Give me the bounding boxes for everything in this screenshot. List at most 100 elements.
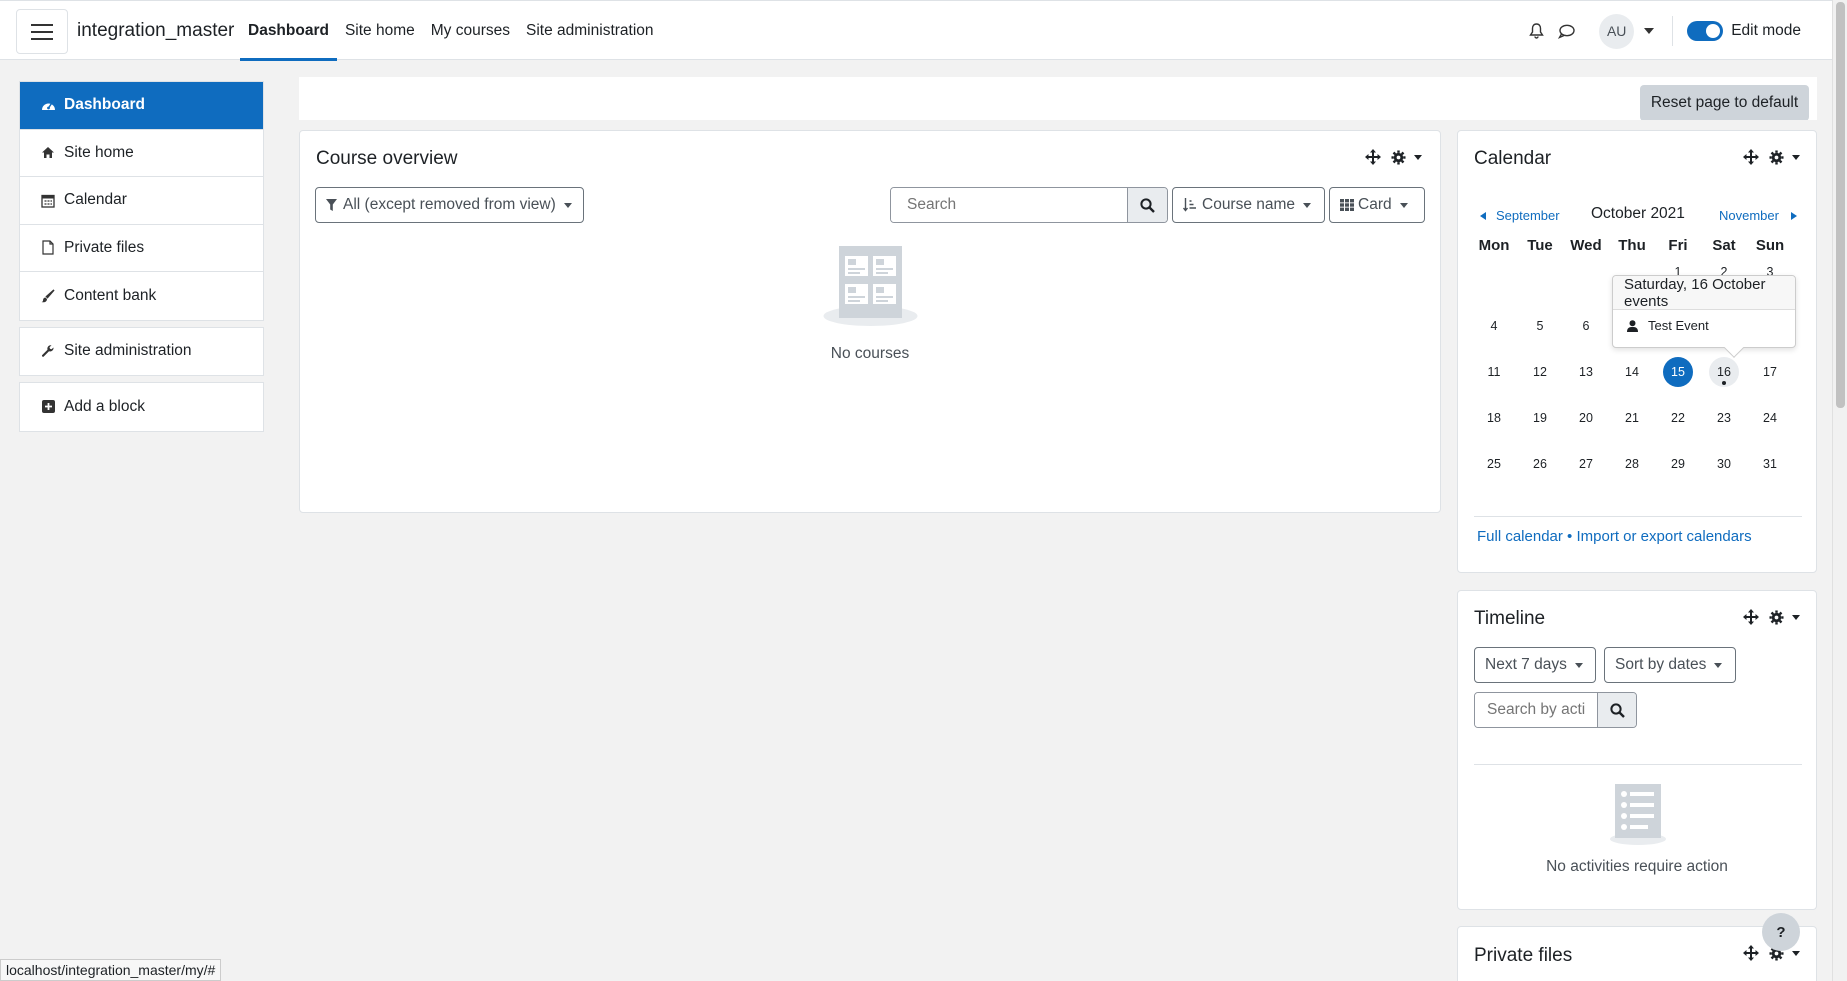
edit-mode-label[interactable]: Edit mode <box>1731 22 1801 40</box>
user-menu-chevron-down-icon[interactable] <box>1644 28 1655 34</box>
main-nav-group: Dashboard Site home Calendar Private fil… <box>19 81 264 321</box>
calendar-day[interactable]: 5 <box>1517 319 1563 333</box>
block-actions-chevron-down-icon[interactable] <box>1414 154 1422 160</box>
calendar-icon <box>40 192 56 208</box>
calendar-day[interactable]: 6 <box>1563 319 1609 333</box>
timeline-search-input[interactable] <box>1475 693 1597 727</box>
move-icon[interactable] <box>1743 609 1759 625</box>
nav-site-home[interactable]: Site home <box>337 1 423 61</box>
course-search-field[interactable] <box>890 187 1168 223</box>
calendar-divider <box>1474 516 1802 517</box>
calendar-day[interactable]: 22 <box>1655 411 1701 425</box>
calendar-day[interactable]: 26 <box>1517 457 1563 471</box>
course-search-button[interactable] <box>1127 188 1167 222</box>
hamburger-icon <box>31 23 53 40</box>
timeline-range-dropdown[interactable]: Next 7 days <box>1474 647 1596 683</box>
timeline-search-field[interactable] <box>1474 692 1637 728</box>
private-files-title: Private files <box>1474 945 1573 966</box>
calendar-day[interactable]: 14 <box>1609 365 1655 379</box>
next-month-label: November <box>1719 208 1779 223</box>
left-nav-label: Add a block <box>64 397 145 415</box>
nav-dashboard[interactable]: Dashboard <box>240 1 337 61</box>
left-nav-content-bank[interactable]: Content bank <box>20 272 263 320</box>
user-avatar[interactable]: AU <box>1599 13 1635 49</box>
filter-icon <box>326 198 337 211</box>
move-icon[interactable] <box>1365 149 1381 165</box>
add-block-button[interactable]: Add a block <box>20 383 263 431</box>
timeline-range-label: Next 7 days <box>1485 656 1567 673</box>
no-activities-illustration-icon <box>1610 784 1666 845</box>
calendar-day[interactable]: 29 <box>1655 457 1701 471</box>
sort-icon <box>1183 198 1196 212</box>
calendar-day-number: 4 <box>1490 319 1498 333</box>
move-icon[interactable] <box>1743 149 1759 165</box>
calendar-day[interactable]: 19 <box>1517 411 1563 425</box>
gear-icon[interactable] <box>1391 149 1406 165</box>
calendar-day[interactable]: 18 <box>1471 411 1517 425</box>
top-navbar: integration_master Dashboard Site home M… <box>0 0 1832 61</box>
notification-bell-icon[interactable] <box>1526 21 1546 41</box>
messages-chat-icon[interactable] <box>1556 21 1576 41</box>
calendar-day[interactable]: 20 <box>1563 411 1609 425</box>
calendar-day[interactable]: 13 <box>1563 365 1609 379</box>
nav-site-administration[interactable]: Site administration <box>518 1 662 61</box>
weekday-label: Sat <box>1712 237 1736 254</box>
calendar-day[interactable]: 31 <box>1747 457 1793 471</box>
calendar-day[interactable]: 12 <box>1517 365 1563 379</box>
page-scrollbar[interactable] <box>1832 0 1847 981</box>
popover-event-item[interactable]: Test Event <box>1613 310 1795 341</box>
calendar-footer: Full calendar • Import or export calenda… <box>1477 528 1752 545</box>
weekday-label: Thu <box>1618 237 1646 254</box>
site-brand[interactable]: integration_master <box>77 20 234 42</box>
timeline-search-button[interactable] <box>1597 693 1636 727</box>
course-filter-dropdown[interactable]: All (except removed from view) <box>315 187 584 223</box>
no-courses-illustration-icon <box>823 246 918 326</box>
timeline-sort-dropdown[interactable]: Sort by dates <box>1604 647 1736 683</box>
calendar-day[interactable]: 16 <box>1701 357 1747 387</box>
calendar-day[interactable]: 15 <box>1655 357 1701 387</box>
calendar-day[interactable]: 21 <box>1609 411 1655 425</box>
left-nav-calendar[interactable]: Calendar <box>20 177 263 225</box>
reset-page-button[interactable]: Reset page to default <box>1640 85 1809 121</box>
popover-event-name: Test Event <box>1648 318 1709 333</box>
calendar-day[interactable]: 24 <box>1747 411 1793 425</box>
import-export-calendars-link[interactable]: Import or export calendars <box>1576 528 1751 545</box>
drawer-toggle-button[interactable] <box>16 9 68 54</box>
block-controls <box>1737 149 1800 165</box>
course-view-dropdown[interactable]: Card <box>1329 187 1425 223</box>
weekday-label: Wed <box>1570 237 1602 254</box>
nav-my-courses[interactable]: My courses <box>423 1 518 61</box>
left-nav-site-home[interactable]: Site home <box>20 130 263 177</box>
calendar-day[interactable]: 17 <box>1747 365 1793 379</box>
calendar-day[interactable]: 11 <box>1471 365 1517 379</box>
left-nav-private-files[interactable]: Private files <box>20 225 263 272</box>
edit-mode-toggle[interactable] <box>1687 21 1724 41</box>
gear-icon[interactable] <box>1769 609 1784 625</box>
calendar-day[interactable]: 27 <box>1563 457 1609 471</box>
grid-icon <box>1340 199 1354 211</box>
left-nav-site-administration[interactable]: Site administration <box>20 328 263 376</box>
gear-icon[interactable] <box>1769 149 1784 165</box>
course-search-input[interactable] <box>891 188 1127 222</box>
course-sort-dropdown[interactable]: Course name <box>1172 187 1325 223</box>
calendar-day-number: 30 <box>1717 457 1731 471</box>
scrollbar-thumb[interactable] <box>1836 2 1845 408</box>
calendar-day[interactable]: 4 <box>1471 319 1517 333</box>
calendar-day[interactable]: 28 <box>1609 457 1655 471</box>
calendar-prev-month-link[interactable]: September <box>1480 208 1560 223</box>
help-button[interactable]: ? <box>1762 913 1800 951</box>
block-actions-chevron-down-icon[interactable] <box>1792 154 1800 160</box>
timeline-title: Timeline <box>1474 608 1546 629</box>
full-calendar-link[interactable]: Full calendar <box>1477 528 1563 545</box>
calendar-next-month-link[interactable]: November <box>1719 208 1797 223</box>
move-icon[interactable] <box>1743 945 1759 961</box>
calendar-event-popover: Saturday, 16 October events Test Event <box>1612 275 1796 358</box>
calendar-day[interactable]: 30 <box>1701 457 1747 471</box>
block-actions-chevron-down-icon[interactable] <box>1792 950 1800 956</box>
calendar-day[interactable]: 25 <box>1471 457 1517 471</box>
file-icon <box>40 240 56 256</box>
calendar-day[interactable]: 23 <box>1701 411 1747 425</box>
calendar-week-row: 18 19 20 21 22 23 24 <box>1471 395 1794 441</box>
left-nav-dashboard[interactable]: Dashboard <box>20 82 263 130</box>
block-actions-chevron-down-icon[interactable] <box>1792 614 1800 620</box>
